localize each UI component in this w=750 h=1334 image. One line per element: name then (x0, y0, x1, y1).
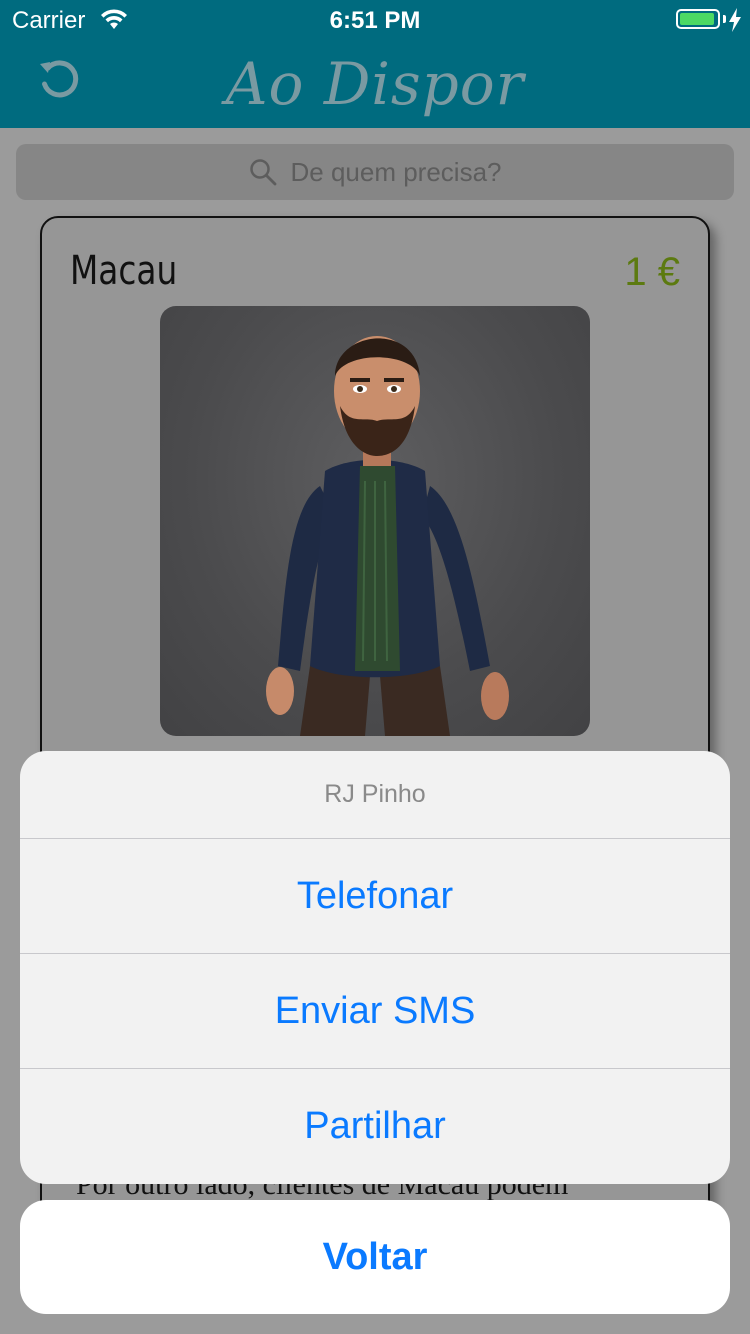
action-sheet-title: RJ Pinho (20, 751, 730, 839)
battery-tip (723, 15, 726, 23)
call-button[interactable]: Telefonar (20, 839, 730, 954)
search-input[interactable]: De quem precisa? (16, 144, 734, 200)
battery-icon (676, 9, 720, 29)
cancel-button[interactable]: Voltar (20, 1200, 730, 1314)
search-placeholder: De quem precisa? (290, 156, 502, 187)
share-button[interactable]: Partilhar (20, 1069, 730, 1184)
charging-bolt-icon (729, 8, 741, 32)
nav-bar: Ao Dispor (0, 40, 750, 128)
action-sheet: RJ Pinho Telefonar Enviar SMS Partilhar (20, 751, 730, 1184)
avatar-photo (160, 306, 590, 736)
battery-level (680, 13, 715, 25)
status-bar: Carrier 6:51 PM (0, 0, 750, 40)
status-time: 6:51 PM (329, 7, 421, 34)
send-sms-button[interactable]: Enviar SMS (20, 954, 730, 1069)
card-price: 1 € (624, 250, 680, 294)
card-location: Macau (70, 248, 178, 294)
search-icon (249, 159, 276, 186)
avatar-figure (266, 336, 509, 736)
app-title: Ao Dispor (225, 50, 525, 118)
